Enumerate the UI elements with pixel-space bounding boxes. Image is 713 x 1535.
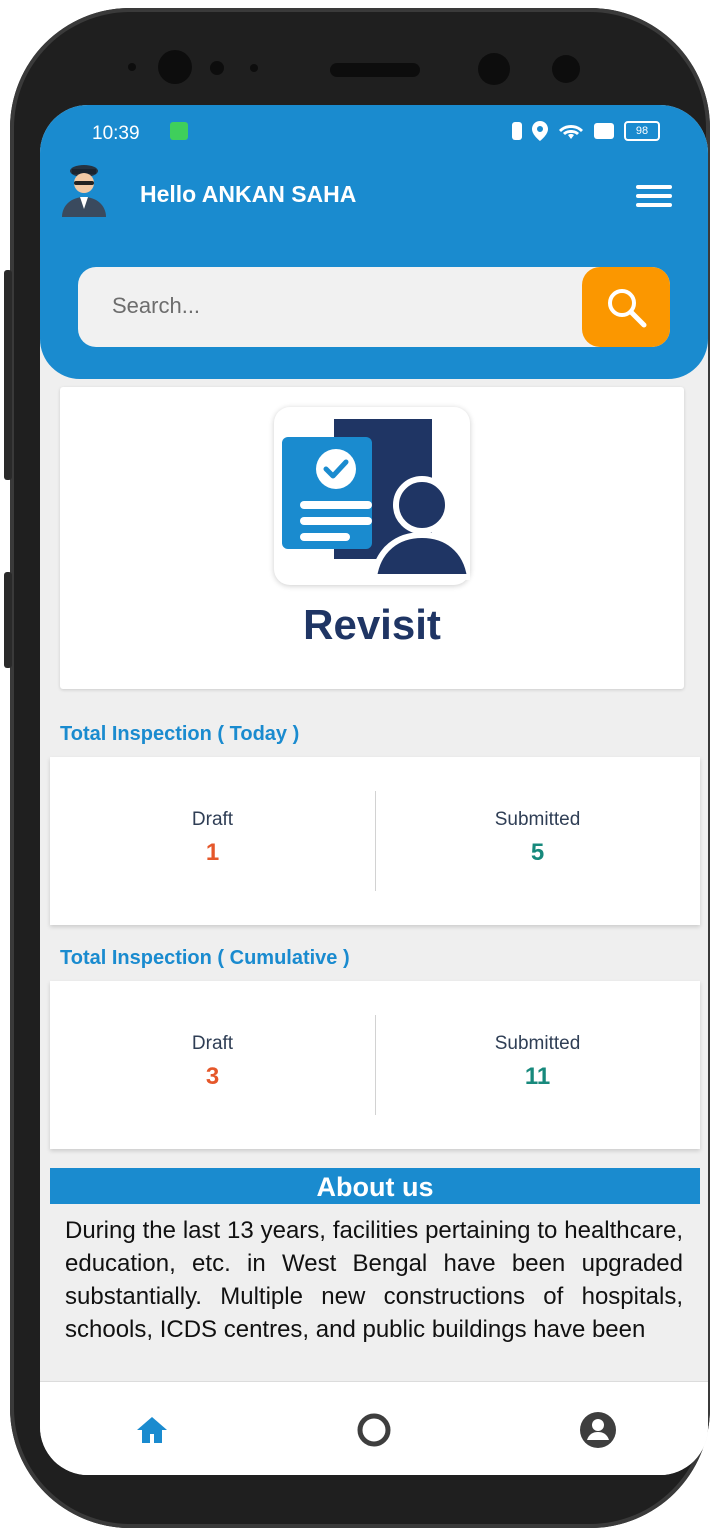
message-icon: [594, 123, 614, 139]
side-button: [4, 572, 12, 668]
camera-dot: [128, 63, 136, 71]
app-screen: 10:39 98 Hello ANKAN SAHA Search... Revi…: [40, 105, 708, 1475]
revisit-document-person-icon: [282, 419, 474, 580]
nav-home[interactable]: [132, 1410, 172, 1450]
sensor-dot: [250, 64, 258, 72]
submitted-label: Submitted: [494, 809, 581, 830]
bottom-navigation: [40, 1381, 708, 1475]
submitted-count: 5: [530, 839, 545, 866]
today-draft[interactable]: Draft 1: [50, 809, 375, 867]
menu-line: [636, 194, 672, 198]
app-header: 10:39 98 Hello ANKAN SAHA Search...: [40, 105, 708, 379]
draft-count: 3: [205, 1063, 220, 1090]
side-button: [4, 270, 12, 480]
status-icons: 98: [512, 121, 660, 141]
home-icon: [137, 1417, 167, 1443]
search-bar[interactable]: Search...: [78, 267, 670, 347]
earpiece-speaker: [330, 63, 420, 77]
search-icon: [608, 289, 647, 328]
search-button[interactable]: [582, 267, 670, 347]
nav-circle[interactable]: [354, 1410, 394, 1450]
cumulative-section-title: Total Inspection ( Cumulative ): [60, 947, 350, 969]
cumulative-draft[interactable]: Draft 3: [50, 1033, 375, 1091]
phone-frame: 10:39 98 Hello ANKAN SAHA Search... Revi…: [10, 8, 710, 1528]
sensor-circle: [552, 55, 580, 83]
app-notification-icon: [170, 122, 188, 140]
front-camera: [158, 50, 192, 84]
sensor-circle: [478, 53, 510, 85]
officer-avatar-icon[interactable]: [56, 161, 112, 217]
revisit-card[interactable]: Revisit: [60, 387, 684, 689]
cumulative-stats-card: Draft 3 Submitted 11: [50, 981, 700, 1149]
today-stats-card: Draft 1 Submitted 5: [50, 757, 700, 925]
vibrate-icon: [512, 122, 522, 140]
location-icon: [532, 121, 548, 141]
revisit-icon-box: [274, 407, 474, 585]
draft-label: Draft: [191, 809, 234, 830]
today-section-title: Total Inspection ( Today ): [60, 723, 300, 745]
today-submitted[interactable]: Submitted 5: [375, 809, 700, 867]
circle-icon: [357, 1413, 391, 1447]
nav-account[interactable]: [578, 1410, 618, 1450]
status-time: 10:39: [92, 123, 140, 144]
menu-line: [636, 185, 672, 189]
hamburger-menu-icon[interactable]: [636, 185, 672, 207]
about-text: During the last 13 years, facilities per…: [65, 1217, 683, 1343]
sensor-dot: [210, 61, 224, 75]
submitted-count: 11: [524, 1063, 551, 1090]
cumulative-submitted[interactable]: Submitted 11: [375, 1033, 700, 1091]
account-icon: [580, 1412, 616, 1448]
draft-count: 1: [205, 839, 220, 866]
menu-line: [636, 203, 672, 207]
search-input[interactable]: Search...: [112, 293, 200, 319]
revisit-title: Revisit: [303, 601, 441, 648]
draft-label: Draft: [191, 1033, 234, 1054]
about-heading: About us: [50, 1168, 700, 1204]
greeting-text: Hello ANKAN SAHA: [140, 181, 357, 207]
submitted-label: Submitted: [494, 1033, 581, 1054]
wifi-icon: [559, 125, 583, 139]
battery-icon: 98: [624, 121, 660, 141]
